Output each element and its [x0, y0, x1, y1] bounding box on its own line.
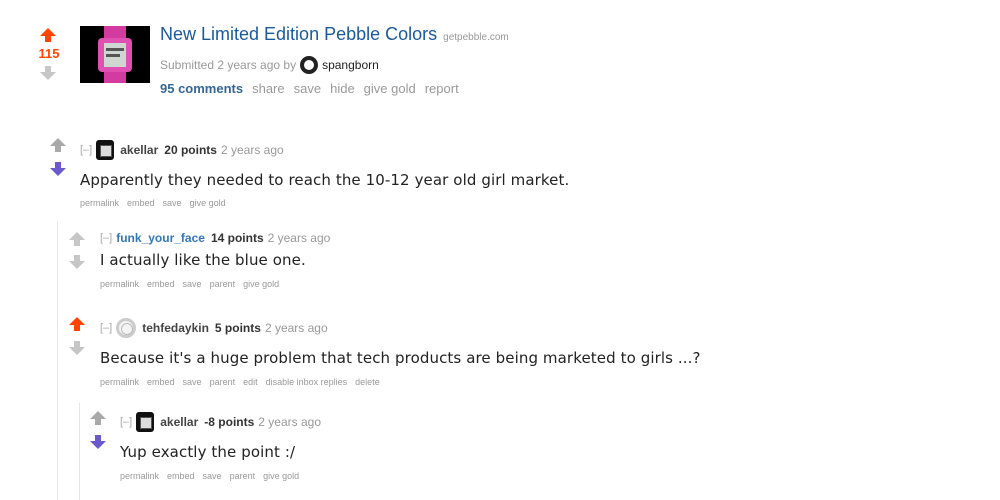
post-author[interactable]: spangborn	[322, 58, 379, 72]
parent-link[interactable]: parent	[210, 377, 236, 387]
comment-points: 5 points	[214, 321, 261, 335]
thread-line	[57, 222, 58, 500]
give-gold-link[interactable]: give gold	[243, 279, 279, 289]
permalink-link[interactable]: permalink	[100, 377, 139, 387]
post-buttons: 95 comments share save hide give gold report	[160, 81, 468, 96]
comment-actions: permalink embed save parent give gold	[100, 279, 287, 289]
give-gold-link[interactable]: give gold	[190, 198, 226, 208]
post-score: 115	[38, 46, 60, 61]
ring-avatar-icon	[116, 318, 137, 338]
downvote-arrow-icon[interactable]	[90, 435, 106, 449]
comment-tagline: [–] akellar 20 points 2 years ago	[80, 140, 284, 160]
author-avatar	[300, 56, 319, 74]
save-link[interactable]: save	[163, 198, 182, 208]
upvote-arrow-icon[interactable]	[90, 411, 106, 425]
comment-body: Because it's a huge problem that tech pr…	[100, 349, 701, 367]
upvote-arrow-icon[interactable]	[69, 232, 85, 246]
comment-tagline: [–] funk_your_face 14 points 2 years ago	[100, 231, 330, 245]
collapse-toggle[interactable]: [–]	[120, 416, 132, 428]
post-tagline: Submitted 2 years ago by spangborn	[160, 56, 379, 74]
post-title-row: New Limited Edition Pebble Colors getpebb…	[160, 24, 509, 45]
embed-link[interactable]: embed	[167, 471, 195, 481]
comment-actions: permalink embed save parent give gold	[120, 471, 307, 481]
comment-author[interactable]: tehfedaykin	[142, 321, 209, 335]
post-thumbnail[interactable]	[80, 26, 150, 83]
comment-tagline: [–] tehfedaykin 5 points 2 years ago	[100, 318, 328, 338]
comments-link[interactable]: 95 comments	[160, 81, 243, 96]
downvote-arrow-icon[interactable]	[50, 162, 66, 176]
comment-body: Apparently they needed to reach the 10-1…	[80, 171, 570, 189]
give-gold-link[interactable]: give gold	[263, 471, 299, 481]
comment-body: Yup exactly the point :/	[120, 443, 296, 461]
give-gold-link[interactable]: give gold	[364, 81, 416, 96]
share-link[interactable]: share	[252, 81, 285, 96]
embed-link[interactable]: embed	[147, 279, 175, 289]
hide-link[interactable]: hide	[330, 81, 355, 96]
parent-link[interactable]: parent	[230, 471, 256, 481]
comment-author[interactable]: akellar	[120, 143, 158, 157]
embed-link[interactable]: embed	[127, 198, 155, 208]
delete-link[interactable]: delete	[355, 377, 380, 387]
comment-body: I actually like the blue one.	[100, 251, 306, 269]
pebble-avatar-icon	[96, 140, 115, 160]
permalink-link[interactable]: permalink	[80, 198, 119, 208]
thread-line	[79, 403, 80, 500]
comment-time: 2 years ago	[267, 231, 331, 245]
post-title-link[interactable]: New Limited Edition Pebble Colors	[160, 24, 437, 44]
post-upvote-arrow-icon[interactable]	[40, 28, 56, 42]
upvote-arrow-icon[interactable]	[50, 138, 66, 152]
edit-link[interactable]: edit	[243, 377, 258, 387]
comment-time: 2 years ago	[258, 415, 321, 429]
comment-points: 14 points	[210, 231, 264, 245]
comment-author[interactable]: akellar	[160, 415, 198, 429]
post-domain[interactable]: getpebble.com	[443, 32, 509, 43]
save-link[interactable]: save	[183, 377, 202, 387]
save-link[interactable]: save	[183, 279, 202, 289]
comment-actions: permalink embed save give gold	[80, 198, 234, 208]
save-link[interactable]: save	[294, 81, 321, 96]
downvote-arrow-icon[interactable]	[69, 255, 85, 269]
collapse-toggle[interactable]: [–]	[100, 322, 112, 334]
comment-tagline: [–] akellar -8 points 2 years ago	[120, 412, 321, 432]
save-link[interactable]: save	[203, 471, 222, 481]
comment-time: 2 years ago	[220, 143, 284, 157]
embed-link[interactable]: embed	[147, 377, 175, 387]
permalink-link[interactable]: permalink	[120, 471, 159, 481]
parent-link[interactable]: parent	[210, 279, 236, 289]
post-downvote-arrow-icon[interactable]	[40, 66, 56, 80]
disable-inbox-replies-link[interactable]: disable inbox replies	[266, 377, 348, 387]
permalink-link[interactable]: permalink	[100, 279, 139, 289]
collapse-toggle[interactable]: [–]	[80, 144, 92, 156]
comment-points: 20 points	[164, 143, 217, 157]
collapse-toggle[interactable]: [–]	[100, 232, 112, 244]
pebble-avatar-icon	[136, 412, 155, 432]
comment-points: -8 points	[204, 415, 255, 429]
comment-actions: permalink embed save parent edit disable inbo…	[100, 377, 388, 387]
comment-time: 2 years ago	[264, 321, 328, 335]
report-link[interactable]: report	[425, 81, 459, 96]
comment-author[interactable]: funk_your_face	[116, 231, 205, 245]
upvote-arrow-icon[interactable]	[69, 317, 85, 331]
submitted-text: Submitted 2 years ago by	[160, 58, 297, 72]
downvote-arrow-icon[interactable]	[69, 341, 85, 355]
